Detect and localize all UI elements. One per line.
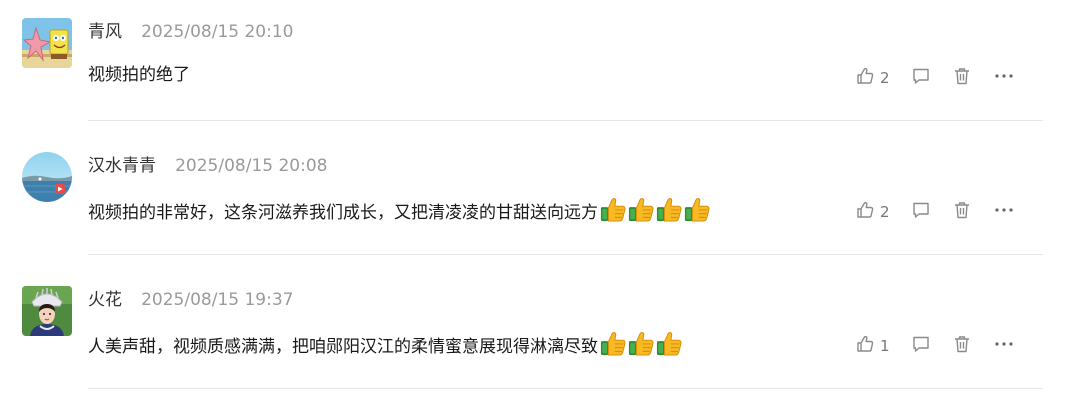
like-button[interactable]: 1 [856,334,890,358]
thumbs-up-outline-icon [856,67,874,89]
delete-button[interactable] [953,334,971,358]
comment-body: 视频拍的非常好，这条河滋养我们成长，又把清凌凌的甘甜送向远方 [88,203,598,223]
delete-button[interactable] [953,66,971,90]
like-count: 1 [880,337,890,355]
divider [88,120,1043,121]
reply-button[interactable] [912,334,930,358]
trash-icon [953,201,971,223]
comment-text: 视频拍的绝了 [88,62,190,88]
thumbs-up-emoji-icon [628,196,654,222]
thumbs-up-emoji-icon [628,330,654,356]
more-button[interactable] [994,200,1014,224]
like-count: 2 [880,69,890,87]
more-button[interactable] [994,66,1014,90]
thumbs-up-emoji-icon [656,196,682,222]
thumbs-up-outline-icon [856,201,874,223]
comment-meta: 青风 2025/08/15 20:10 [88,20,293,44]
trash-icon [953,335,971,357]
timestamp: 2025/08/15 20:08 [175,156,328,176]
comment-actions: 2 [856,66,1026,90]
like-button[interactable]: 2 [856,66,890,90]
comment-item: 汉水青青 2025/08/15 20:08 视频拍的非常好，这条河滋养我们成长，… [0,134,1080,267]
comment-actions: 1 [856,334,1026,358]
timestamp: 2025/08/15 19:37 [141,290,294,310]
more-button[interactable] [994,334,1014,358]
reply-button[interactable] [912,66,930,90]
ellipsis-icon [994,335,1014,357]
trash-icon [953,67,971,89]
like-count: 2 [880,203,890,221]
avatar[interactable] [22,286,72,336]
delete-button[interactable] [953,200,971,224]
thumbs-up-outline-icon [856,335,874,357]
like-button[interactable]: 2 [856,200,890,224]
comment-bubble-icon [912,335,930,357]
comment-list: 青风 2025/08/15 20:10 视频拍的绝了 2 汉水青青 2025/0… [0,0,1080,400]
user-name[interactable]: 火花 [88,290,122,310]
ellipsis-icon [994,201,1014,223]
comment-text: 人美声甜，视频质感满满，把咱郧阳汉江的柔情蜜意展现得淋漓尽致 [88,330,682,360]
user-name[interactable]: 汉水青青 [88,156,156,176]
comment-body: 视频拍的绝了 [88,65,190,85]
user-name[interactable]: 青风 [88,22,122,42]
comment-bubble-icon [912,67,930,89]
reply-button[interactable] [912,200,930,224]
comment-item: 青风 2025/08/15 20:10 视频拍的绝了 2 [0,0,1080,133]
ellipsis-icon [994,67,1014,89]
thumbs-up-emoji-icon [600,330,626,356]
thumbs-up-emoji-icon [656,330,682,356]
comment-bubble-icon [912,201,930,223]
timestamp: 2025/08/15 20:10 [141,22,294,42]
comment-meta: 汉水青青 2025/08/15 20:08 [88,154,327,178]
divider [88,254,1043,255]
avatar[interactable] [22,18,72,68]
thumbs-up-emoji-icon [684,196,710,222]
comment-text: 视频拍的非常好，这条河滋养我们成长，又把清凌凌的甘甜送向远方 [88,196,710,226]
thumbs-up-emoji-icon [600,196,626,222]
comment-body: 人美声甜，视频质感满满，把咱郧阳汉江的柔情蜜意展现得淋漓尽致 [88,337,598,357]
divider [88,388,1043,389]
comment-item: 火花 2025/08/15 19:37 人美声甜，视频质感满满，把咱郧阳汉江的柔… [0,268,1080,401]
comment-actions: 2 [856,200,1026,224]
comment-meta: 火花 2025/08/15 19:37 [88,288,293,312]
avatar[interactable] [22,152,72,202]
